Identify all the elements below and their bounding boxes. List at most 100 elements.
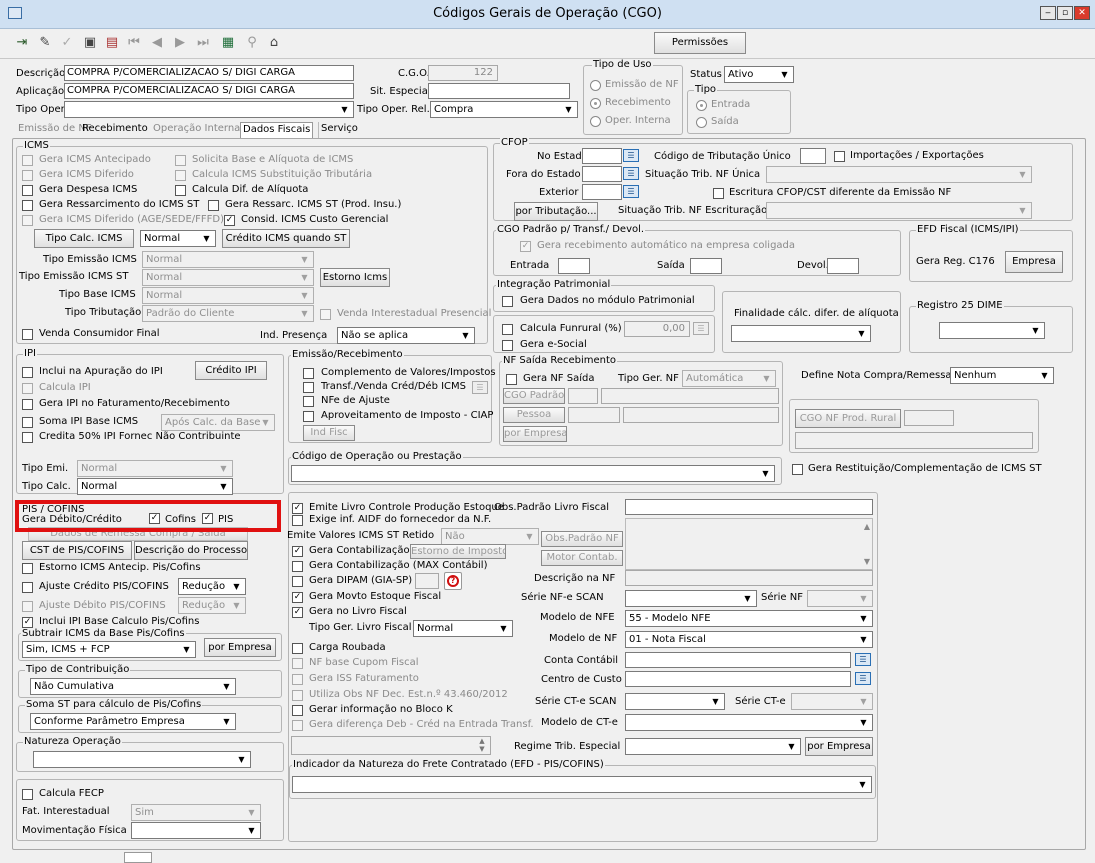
check-calcula-dif-aliquota[interactable]: [175, 185, 186, 196]
indicador-frete-select[interactable]: ▼: [292, 776, 872, 793]
tipo-calc-icms-button[interactable]: Tipo Calc. ICMS: [34, 229, 134, 248]
estorno-impostos-button[interactable]: Estorno de Impostos: [410, 544, 506, 559]
list-icon[interactable]: ☰: [693, 322, 709, 335]
serie-cte-scan-select[interactable]: ▼: [625, 693, 725, 710]
check-ajuste-debito[interactable]: [22, 601, 33, 612]
descricao-processo-button[interactable]: Descrição do Processo: [134, 541, 248, 560]
print-icon[interactable]: ▤: [102, 32, 122, 54]
help-button[interactable]: ?: [444, 572, 462, 590]
check-gerar-bloco-k[interactable]: [292, 705, 303, 716]
spin-icon[interactable]: ▲ ▼: [475, 737, 489, 754]
emite-valores-select[interactable]: Não ▼: [441, 528, 539, 545]
list-icon[interactable]: ☰: [623, 185, 639, 198]
subtrair-por-empresa-button[interactable]: por Empresa: [204, 638, 276, 657]
check-gera-recebimento[interactable]: ✓: [520, 241, 531, 252]
obs-padrao-nf-textarea[interactable]: ▲ ▼: [625, 518, 873, 570]
regime-por-empresa-button[interactable]: por Empresa: [805, 737, 873, 756]
radio-entrada[interactable]: [696, 100, 707, 111]
empresa-button[interactable]: Empresa: [1005, 251, 1063, 273]
modelo-cte-select[interactable]: ▼: [625, 714, 873, 731]
check-gera-restituicao[interactable]: [792, 464, 803, 475]
devol-input[interactable]: [827, 258, 859, 274]
define-nota-select[interactable]: Nenhum ▼: [950, 367, 1054, 384]
pessoa-desc-input[interactable]: [623, 407, 779, 423]
tipo-base-icms-select[interactable]: Normal ▼: [142, 287, 314, 304]
list-icon[interactable]: ☰: [472, 381, 488, 394]
status-select[interactable]: Ativo ▼: [724, 66, 794, 83]
natureza-operacao-select[interactable]: ▼: [33, 751, 251, 768]
tipo-emi-select[interactable]: Normal ▼: [77, 460, 233, 477]
check-ajuste-credito[interactable]: [22, 582, 33, 593]
check-complemento-valores[interactable]: [303, 368, 314, 379]
credito-ipi-button[interactable]: Crédito IPI: [195, 361, 267, 380]
tipo-tributacao-select[interactable]: Padrão do Cliente ▼: [142, 305, 314, 322]
first-icon[interactable]: ⏮: [124, 32, 144, 54]
gera-diferenca-input[interactable]: [291, 736, 491, 755]
check-emite-livro[interactable]: ✓: [292, 503, 303, 514]
funrural-value-input[interactable]: 0,00: [624, 321, 690, 337]
check-gera-ressarcimento[interactable]: [22, 200, 33, 211]
subtrair-select[interactable]: Sim, ICMS + FCP ▼: [22, 641, 196, 658]
sit-trib-escr-select[interactable]: ▼: [766, 202, 1032, 219]
cgo-nf-prod-rural-button[interactable]: CGO NF Prod. Rural: [795, 409, 901, 428]
no-estado-input[interactable]: [582, 148, 622, 164]
exterior-input[interactable]: [582, 184, 622, 200]
dipam-input[interactable]: [415, 573, 439, 589]
fora-estado-input[interactable]: [582, 166, 622, 182]
check-nf-cupom[interactable]: [292, 658, 303, 669]
centro-custo-input[interactable]: [625, 671, 851, 687]
check-gera-dipam[interactable]: [292, 576, 303, 587]
nf-saida-por-empresa-button[interactable]: por Empresa: [503, 426, 567, 442]
check-transf-venda[interactable]: [303, 382, 314, 393]
grid-icon[interactable]: ▦: [218, 32, 238, 54]
last-icon[interactable]: ⏭: [193, 32, 213, 54]
cgo-nf-prod-rural-input[interactable]: [904, 410, 954, 426]
regime-select[interactable]: ▼: [625, 738, 801, 755]
check-gera-dados-patrimonial[interactable]: [502, 296, 513, 307]
check-gera-ressarc-insu[interactable]: [208, 200, 219, 211]
check-carga-roubada[interactable]: [292, 643, 303, 654]
aplicacao-input[interactable]: COMPRA P/COMERCIALIZACAO S/ DIGI CARGA: [64, 83, 354, 99]
conta-contabil-input[interactable]: [625, 652, 851, 668]
descricao-input[interactable]: COMPRA P/COMERCIALIZACAO S/ DIGI CARGA: [64, 65, 354, 81]
serie-nf-select[interactable]: ▼: [807, 590, 873, 607]
radio-oper-interna[interactable]: [590, 116, 601, 127]
check-gera-contab-max[interactable]: [292, 561, 303, 572]
check-gera-esocial[interactable]: [502, 340, 513, 351]
check-exige-aidf[interactable]: [292, 515, 303, 526]
maximize-button[interactable]: ▫: [1057, 6, 1073, 20]
cgo-padrao-code-input[interactable]: [568, 388, 598, 404]
check-solicita-base[interactable]: [175, 155, 186, 166]
cod-trib-unico-input[interactable]: [800, 148, 826, 164]
prev-icon[interactable]: ◀: [147, 32, 167, 54]
ind-fisc-button[interactable]: Ind Fisc: [303, 425, 355, 441]
tab-servico[interactable]: Serviço: [318, 122, 360, 138]
pessoa-button[interactable]: Pessoa: [503, 407, 565, 423]
tipo-emissao-icms-select[interactable]: Normal ▼: [142, 251, 314, 268]
modelo-nfe-select[interactable]: 55 - Modelo NFE ▼: [625, 610, 873, 627]
saida-input[interactable]: [690, 258, 722, 274]
next-icon[interactable]: ▶: [170, 32, 190, 54]
list-icon[interactable]: ☰: [623, 167, 639, 180]
por-tributacao-button[interactable]: por Tributação...: [514, 202, 598, 221]
cst-pis-cofins-button[interactable]: CST de PIS/COFINS: [22, 541, 132, 560]
check-escritura-cfop[interactable]: [713, 188, 724, 199]
check-aproveitamento-ciap[interactable]: [303, 411, 314, 422]
motor-contab-button[interactable]: Motor Contab.: [541, 550, 623, 566]
tipo-emissao-icms-st-select[interactable]: Normal ▼: [142, 269, 314, 286]
radio-recebimento[interactable]: [590, 98, 601, 109]
check-utiliza-obs[interactable]: [292, 690, 303, 701]
cgo-padrao-button[interactable]: CGO Padrão: [503, 388, 565, 404]
tipo-ger-nf-select[interactable]: Automática ▼: [682, 370, 776, 387]
edit-icon[interactable]: ✎: [35, 32, 55, 54]
fat-interestadual-select[interactable]: Sim ▼: [131, 804, 261, 821]
scroll-up-icon[interactable]: ▲: [864, 522, 870, 531]
check-consid-icms-custo[interactable]: ✓: [224, 215, 235, 226]
tab-operacao-interna[interactable]: Operação Interna: [151, 122, 242, 138]
permissions-button[interactable]: Permissões: [654, 32, 746, 54]
ajuste-debito-select[interactable]: Redução ▼: [178, 597, 246, 614]
obs-padrao-livro-input[interactable]: [625, 499, 873, 515]
ind-presenca-select[interactable]: Não se aplica ▼: [337, 327, 475, 344]
exit-icon[interactable]: ⇥: [12, 32, 32, 54]
soma-st-select[interactable]: Conforme Parâmetro Empresa ▼: [30, 713, 236, 730]
